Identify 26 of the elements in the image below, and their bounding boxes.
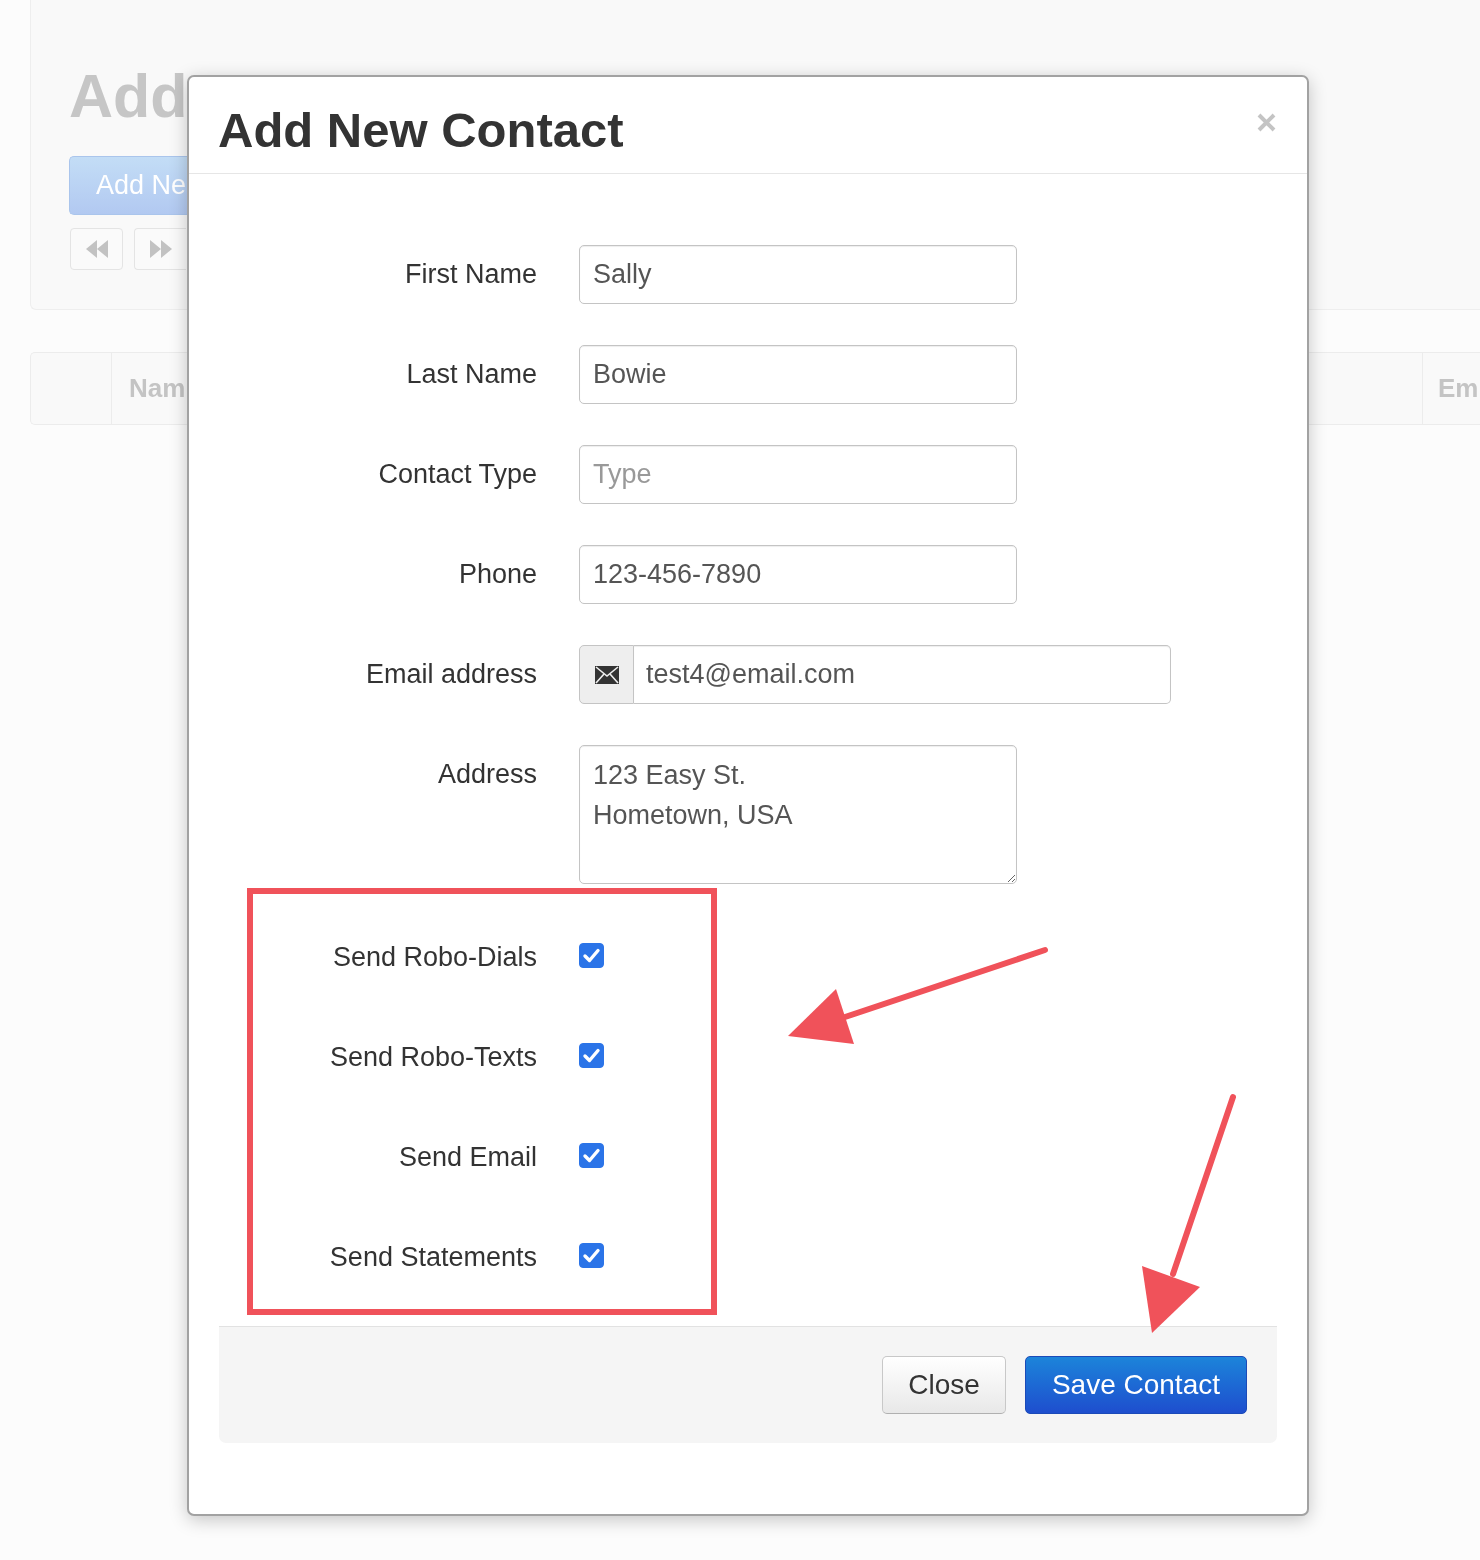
dialog-title: Add New Contact — [218, 101, 624, 159]
email-field[interactable]: test4@email.com — [634, 645, 1171, 704]
option-label: Send Robo-Texts — [329, 1041, 537, 1073]
textarea-field[interactable]: 123 Easy St. Hometown, USA — [579, 745, 1017, 884]
option-label: Send Statements — [329, 1241, 537, 1273]
envelope-icon — [579, 645, 634, 704]
save-button[interactable]: Save Contact — [1024, 1356, 1247, 1414]
field-label: First Name — [405, 259, 537, 290]
checkbox[interactable] — [579, 942, 604, 968]
checkbox[interactable] — [579, 1142, 604, 1168]
option-label: Send Email — [398, 1141, 537, 1173]
text-field[interactable]: Sally — [579, 245, 1017, 304]
checkbox[interactable] — [579, 1242, 604, 1268]
field-label: Address — [437, 759, 537, 790]
text-field[interactable]: Bowie — [579, 345, 1017, 404]
field-label: Phone — [458, 559, 537, 590]
field-label: Email address — [365, 659, 537, 690]
field-label: Contact Type — [378, 459, 537, 490]
field-label: Last Name — [406, 359, 537, 390]
text-field[interactable]: Type — [579, 445, 1017, 504]
double-right-arrow-icon — [149, 240, 172, 258]
double-left-arrow-icon — [85, 240, 108, 258]
text-field[interactable]: 123-456-7890 — [579, 545, 1017, 604]
checkbox[interactable] — [579, 1042, 604, 1068]
option-label: Send Robo-Dials — [332, 941, 537, 973]
close-button[interactable]: Close — [882, 1356, 1006, 1414]
